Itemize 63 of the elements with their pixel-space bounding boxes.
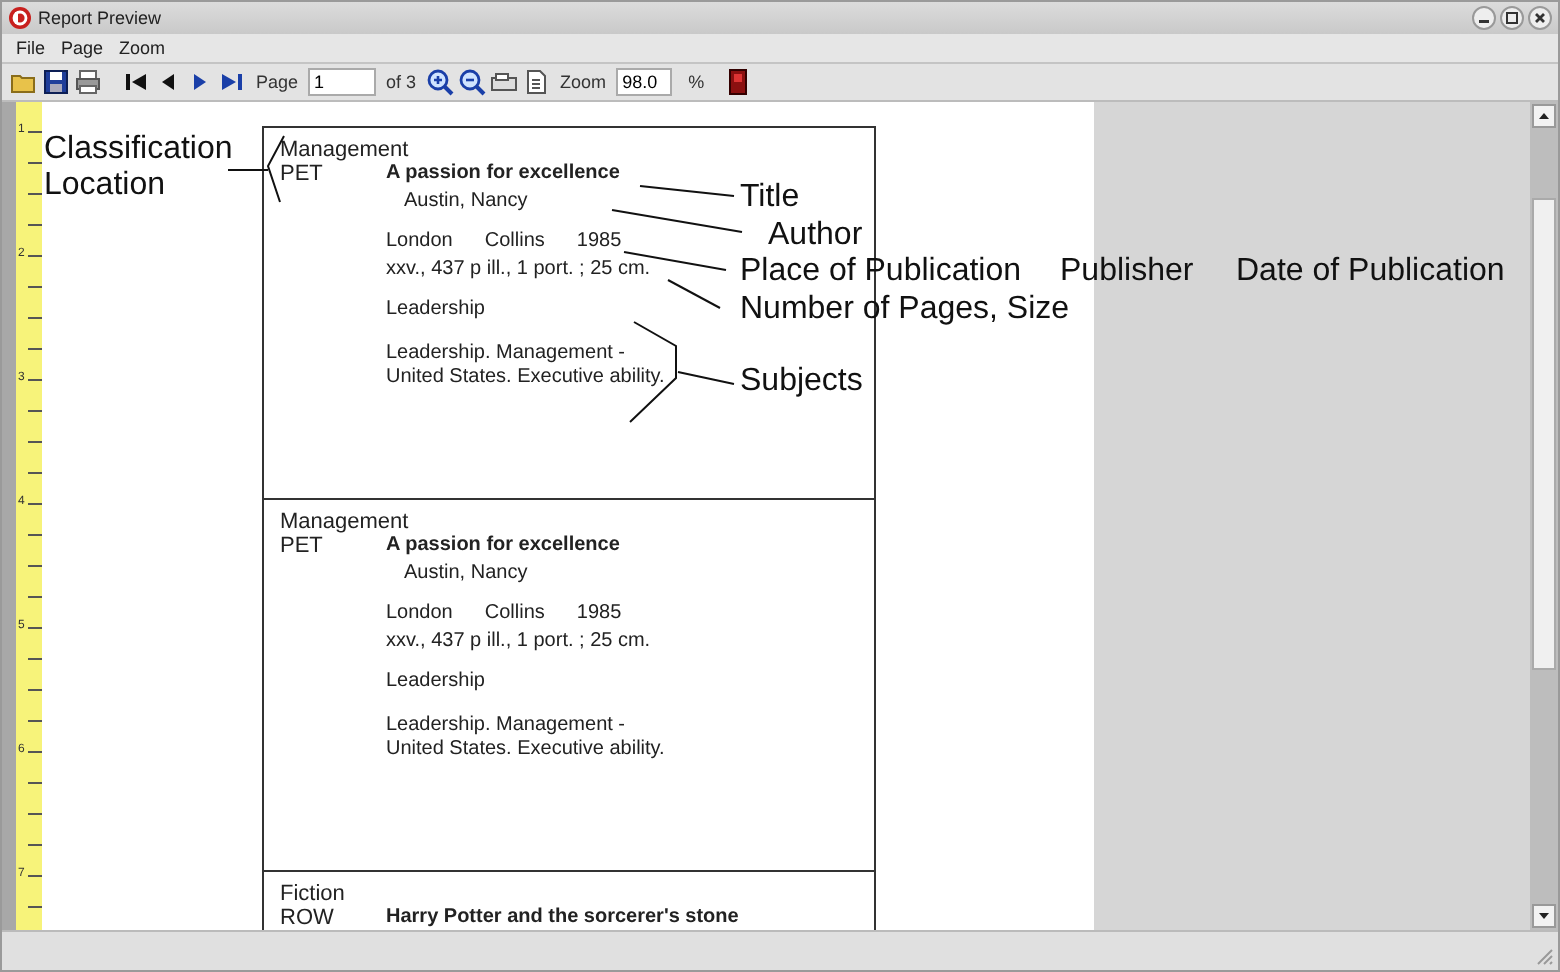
first-page-icon[interactable] [122,68,150,96]
book-title: Harry Potter and the sorcerer's stone [386,906,739,930]
menu-item[interactable]: Zoom [119,38,166,58]
printer-icon[interactable] [74,68,102,96]
maximize-icon[interactable] [1500,6,1524,30]
collation-text: xxv., 437 p ill., 1 port. ; 25 cm. [386,258,653,282]
page-count: of 3 [386,72,417,92]
subjects-text: Leadership. Management - United States. Executive ability. [386,714,667,762]
zoom-in-icon[interactable] [426,68,455,96]
location-text: ROW [280,906,336,930]
book-title: A passion for excellence [386,534,622,558]
date-text: 1985 [576,602,622,626]
leader-line [667,279,721,309]
page-icon[interactable] [522,68,551,96]
publisher-text: Collins [484,230,545,254]
author-text: Austin, Nancy [402,190,530,214]
subjects-text: Leadership. Management - United States. Executive ability. [386,342,667,390]
leader-line [227,135,285,203]
classification-text: Management [280,138,411,162]
annotation-label: Title [740,180,800,216]
window-title: Report Preview [38,8,162,28]
zoom-label: Zoom [560,72,607,92]
annotation-label: Publisher [1060,254,1194,290]
app-logo-icon [8,6,32,30]
leader-line [611,209,743,233]
leader-line [623,251,727,271]
percent-label: % [688,72,705,92]
minimize-icon[interactable] [1472,6,1496,30]
scroll-down-icon[interactable] [1532,904,1556,928]
zoom-out-icon[interactable] [458,68,487,96]
exit-door-icon[interactable] [724,68,753,96]
scroll-up-icon[interactable] [1532,104,1556,128]
scroll-thumb[interactable] [1532,198,1556,670]
zoom-field[interactable]: 98.0 [616,68,673,96]
resize-grip-icon[interactable] [1534,946,1554,966]
save-icon[interactable] [42,68,70,96]
book-title: A passion for excellence [386,162,622,186]
annotation-label: Author [768,218,863,254]
location-text: PET [280,534,325,562]
page-number-field[interactable]: 1 [308,68,377,96]
publisher-text: Collins [484,602,545,626]
last-page-icon[interactable] [218,68,246,96]
place-text: London [386,602,453,626]
location-text: PET [280,162,325,190]
page-label: Page [256,72,299,92]
annotation-label: Date of Publication [1236,254,1505,290]
page-width-icon[interactable] [490,68,519,96]
subject-heading: Leadership [386,670,487,694]
menu-item[interactable]: File [16,38,46,58]
date-text: 1985 [576,230,622,254]
author-text: Austin, Nancy [402,562,530,586]
close-icon[interactable] [1528,6,1552,30]
collation-text: xxv., 437 p ill., 1 port. ; 25 cm. [386,630,653,654]
place-text: London [386,230,453,254]
classification-text: Management [280,510,411,534]
annotation-label: Subjects [740,364,863,400]
annotation-label: Classification [44,132,233,168]
classification-text: Fiction [280,882,347,906]
vertical-scrollbar[interactable] [1530,102,1558,930]
leader-line [639,185,735,197]
annotation-label: Location [44,168,165,204]
subject-heading: Leadership [386,298,487,322]
menu-item[interactable]: Page [61,38,104,58]
